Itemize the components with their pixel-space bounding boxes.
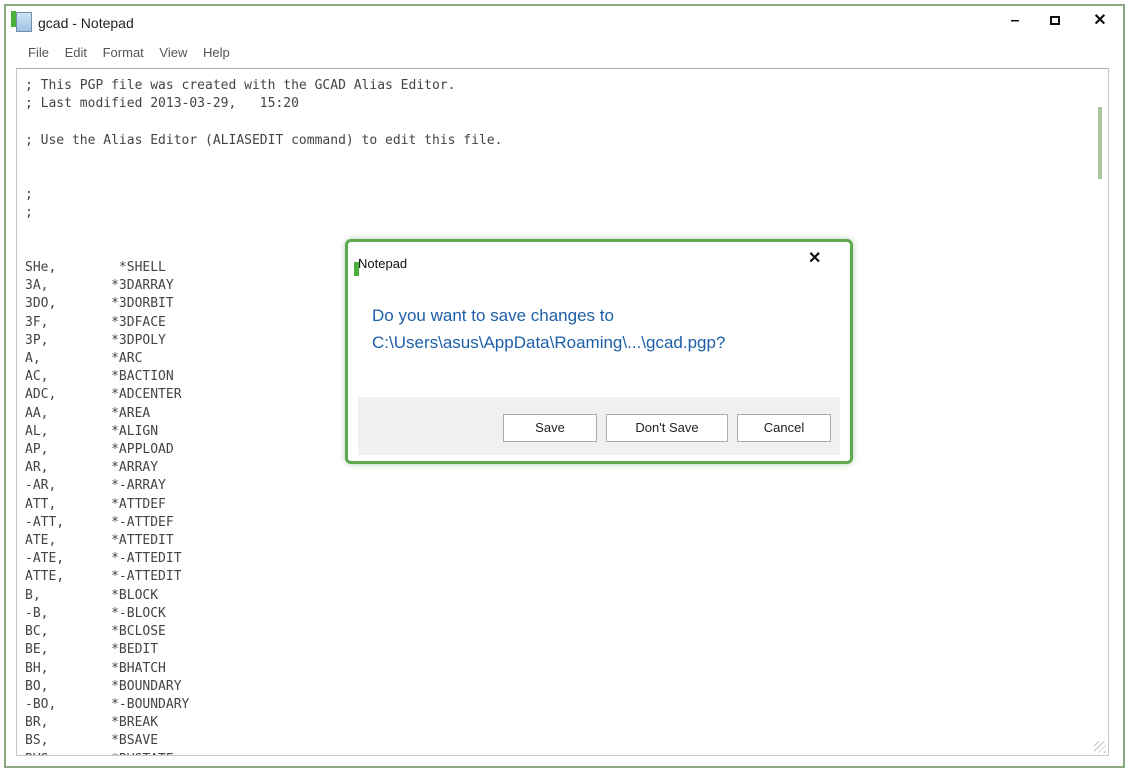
resize-grip-icon[interactable] <box>1094 741 1106 753</box>
dont-save-button[interactable]: Don't Save <box>606 414 728 442</box>
dialog-message: Do you want to save changes to C:\Users\… <box>372 302 725 356</box>
close-button[interactable]: ✕ <box>1080 8 1120 34</box>
save-button[interactable]: Save <box>503 414 597 442</box>
dialog-message-line2: C:\Users\asus\AppData\Roaming\...\gcad.p… <box>372 333 726 352</box>
dialog-close-button[interactable]: ✕ <box>808 248 821 268</box>
cancel-button[interactable]: Cancel <box>737 414 831 442</box>
menu-bar: File Edit Format View Help <box>6 42 1123 66</box>
maximize-button[interactable] <box>1035 8 1075 34</box>
dialog-message-line1: Do you want to save changes to <box>372 306 614 325</box>
minimize-button[interactable]: – <box>995 8 1035 34</box>
dialog-title: Notepad <box>358 256 408 271</box>
notepad-app-icon <box>11 11 32 32</box>
vertical-scrollbar[interactable] <box>1098 107 1102 179</box>
menu-edit[interactable]: Edit <box>61 42 91 63</box>
title-bar[interactable]: gcad - Notepad – ✕ <box>6 6 1123 38</box>
save-changes-dialog: Notepad ✕ Do you want to save changes to… <box>345 239 853 464</box>
menu-view[interactable]: View <box>155 42 191 63</box>
window-title: gcad - Notepad <box>38 15 134 31</box>
menu-file[interactable]: File <box>24 42 53 63</box>
maximize-icon <box>1050 16 1060 26</box>
menu-format[interactable]: Format <box>99 42 148 63</box>
dialog-footer: Save Don't Save Cancel <box>358 397 840 455</box>
menu-help[interactable]: Help <box>199 42 234 63</box>
